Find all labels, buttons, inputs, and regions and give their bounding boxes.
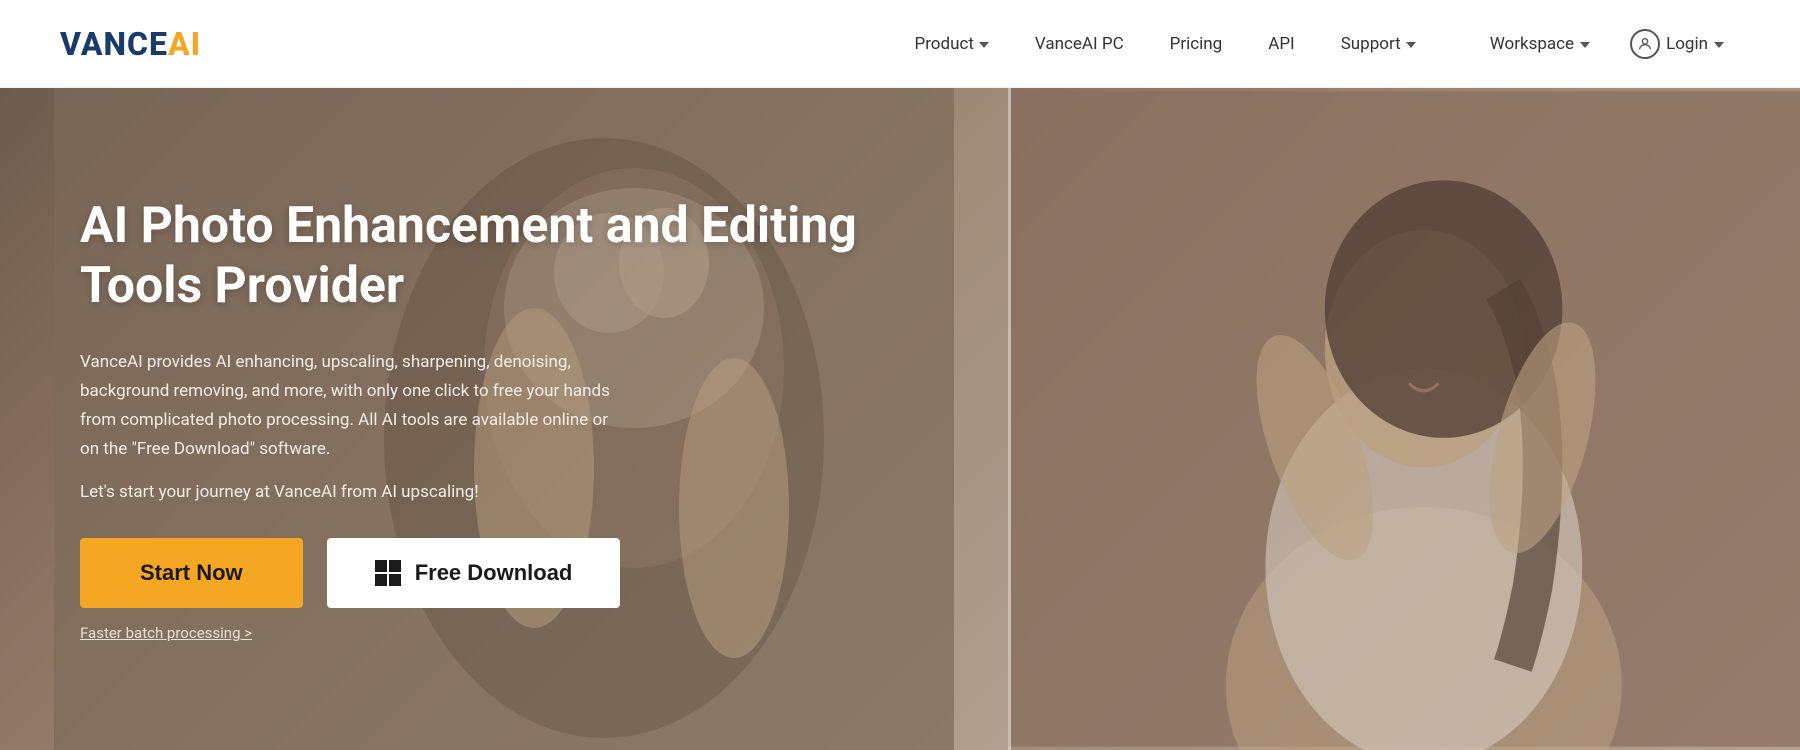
free-download-label: Free Download: [415, 560, 573, 586]
chevron-down-icon: [1714, 42, 1724, 48]
nav-right: Workspace Login: [1474, 21, 1740, 67]
faster-batch-processing-link[interactable]: Faster batch processing >: [80, 624, 928, 642]
start-now-button[interactable]: Start Now: [80, 538, 303, 608]
nav-item-support[interactable]: Support: [1323, 26, 1434, 62]
free-download-button[interactable]: Free Download: [327, 538, 621, 608]
hero-title: AI Photo Enhancement and Editing Tools P…: [80, 196, 928, 316]
hero-right-panel: [1008, 88, 1800, 750]
workspace-button[interactable]: Workspace: [1474, 26, 1606, 62]
chevron-down-icon: [1406, 42, 1416, 48]
hero-section: AI Photo Enhancement and Editing Tools P…: [0, 88, 1800, 750]
logo-ai-text: AI: [168, 25, 201, 63]
account-icon: [1630, 29, 1660, 59]
nav-item-product[interactable]: Product: [896, 26, 1006, 62]
chevron-down-icon: [1580, 42, 1590, 48]
nav-pricing-label: Pricing: [1170, 34, 1223, 54]
windows-icon: [375, 560, 401, 586]
hero-divider: [1008, 88, 1011, 750]
header: VANCE AI Product VanceAI PC Pricing API …: [0, 0, 1800, 88]
login-button[interactable]: Login: [1614, 21, 1740, 67]
hero-cta-text: Let's start your journey at VanceAI from…: [80, 482, 928, 502]
hero-description: VanceAI provides AI enhancing, upscaling…: [80, 348, 620, 464]
main-nav: Product VanceAI PC Pricing API Support: [896, 26, 1433, 62]
nav-api-label: API: [1268, 34, 1294, 54]
logo-vance-text: VANCE: [60, 25, 168, 63]
nav-vanceai-pc-label: VanceAI PC: [1035, 34, 1124, 54]
logo[interactable]: VANCE AI: [60, 25, 201, 63]
nav-item-vanceai-pc[interactable]: VanceAI PC: [1017, 26, 1142, 62]
nav-item-api[interactable]: API: [1250, 26, 1312, 62]
nav-item-pricing[interactable]: Pricing: [1152, 26, 1241, 62]
hero-content: AI Photo Enhancement and Editing Tools P…: [0, 88, 1008, 750]
workspace-label: Workspace: [1490, 34, 1574, 54]
hero-buttons: Start Now Free Download: [80, 538, 928, 608]
hero-illustration-woman: [1008, 88, 1800, 750]
login-label: Login: [1666, 34, 1708, 54]
nav-support-label: Support: [1341, 34, 1401, 54]
chevron-down-icon: [979, 42, 989, 48]
nav-product-label: Product: [914, 34, 973, 54]
